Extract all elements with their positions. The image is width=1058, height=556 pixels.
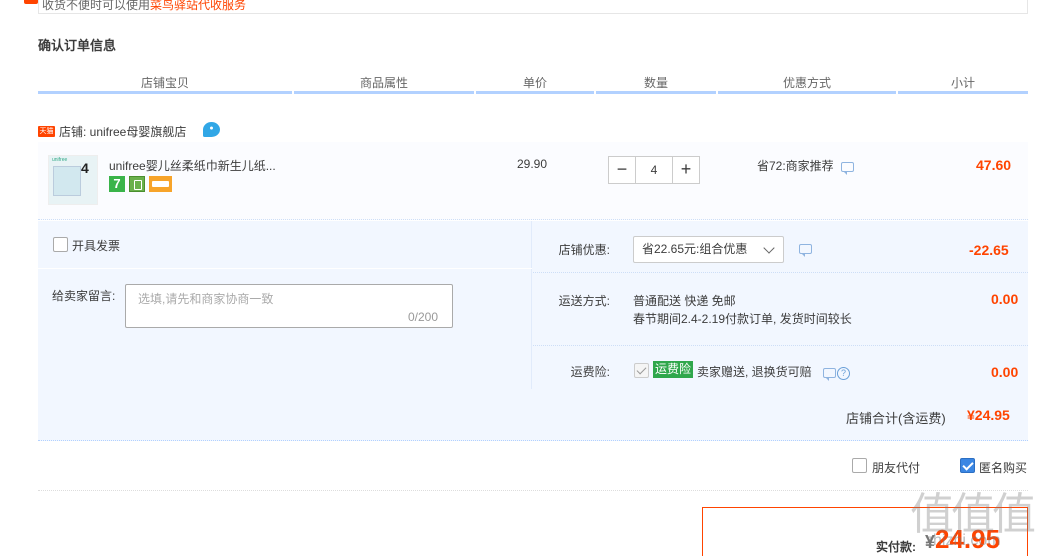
page-title: 确认订单信息 — [38, 38, 117, 53]
watermark-text: zhizhi.com — [925, 532, 1001, 549]
delivery-notice: 收货不便时可以使用菜鸟驿站代收服务 — [42, 0, 246, 13]
shop-total-amount: ¥24.95 — [967, 407, 1010, 423]
insurance-text: 卖家赠送, 退换货可赔 — [697, 365, 812, 379]
item-subtotal: 47.60 — [976, 157, 1012, 173]
seven-day-return-icon[interactable]: 7 — [109, 176, 125, 192]
insurance-checkbox — [634, 363, 649, 378]
package-graphic — [53, 166, 81, 196]
column-header-shop-item: 店铺宝贝 — [140, 76, 189, 90]
header-separator — [896, 91, 898, 94]
delivery-notice-text: 收货不便时可以使用 — [42, 0, 151, 12]
column-header-unit-price: 单价 — [522, 76, 547, 90]
column-header-subtotal: 小计 — [950, 76, 975, 90]
invoice-checkbox[interactable] — [53, 237, 68, 252]
insurance-badge: 运费险 — [653, 361, 694, 378]
quantity-stepper: −4 + — [608, 156, 700, 184]
shipping-method-text: 普通配送 快递 免邮 — [633, 294, 736, 308]
product-title[interactable]: unifree婴儿丝柔纸巾新生儿纸... — [109, 157, 276, 174]
quantity-input[interactable]: 4 — [636, 156, 672, 184]
insurance-info-icon[interactable] — [823, 368, 837, 381]
header-divider — [38, 91, 1028, 94]
tmall-icon: 天猫 — [38, 126, 55, 137]
insurance-amount: 0.00 — [991, 364, 1019, 380]
product-thumbnail[interactable]: unifree 4 — [48, 155, 98, 205]
shop-discount-label: 店铺优惠: — [558, 243, 610, 257]
shipping-amount: 0.00 — [991, 291, 1019, 307]
thumbnail-pack-count: 4 — [81, 160, 89, 176]
invoice-label[interactable]: 开具发票 — [72, 237, 120, 254]
order-item-row — [38, 142, 1028, 220]
divider — [38, 490, 1028, 491]
header-separator — [716, 91, 718, 94]
anonymous-purchase-label[interactable]: 匿名购买 — [979, 459, 1027, 476]
shipping-label: 运送方式: — [558, 294, 610, 308]
item-discount-text: 省72:商家推荐 — [757, 159, 834, 173]
column-header-quantity: 数量 — [643, 76, 668, 90]
thumbnail-brand: unifree — [52, 157, 68, 163]
shop-discount-selected: 省22.65元:组合优惠 — [642, 242, 748, 256]
insurance-label: 运费险: — [570, 365, 610, 379]
unit-price: 29.90 — [517, 157, 548, 171]
shop-total-label: 店铺合计(含运费) — [846, 411, 946, 426]
wangwang-chat-icon[interactable]: ● — [203, 122, 220, 137]
cainiao-station-link[interactable]: 菜鸟驿站代收服务 — [150, 0, 246, 12]
decrease-quantity-button[interactable]: − — [608, 156, 636, 184]
seller-message-count: 0/200 — [408, 310, 439, 324]
chevron-down-icon — [763, 242, 775, 254]
friend-pay-checkbox[interactable] — [852, 458, 867, 473]
shop-name[interactable]: 店铺: unifree母婴旗舰店 — [59, 123, 186, 140]
shop-discount-info-icon[interactable] — [799, 244, 812, 257]
shipping-holiday-note: 春节期间2.4-2.19付款订单, 发货时间较长 — [633, 312, 852, 326]
header-separator — [594, 91, 596, 94]
shop-discount-amount: -22.65 — [969, 242, 1009, 258]
help-icon[interactable]: ? — [837, 367, 851, 380]
item-discount: 省72:商家推荐 — [757, 157, 855, 175]
anonymous-purchase-checkbox[interactable] — [960, 458, 975, 473]
guarantee-icon[interactable] — [129, 176, 145, 192]
seller-message-label: 给卖家留言: — [52, 289, 116, 303]
seller-message-placeholder: 选填,请先和商家协商一致 — [138, 292, 274, 306]
shipping-method: 普通配送 快递 免邮 春节期间2.4-2.19付款订单, 发货时间较长 — [633, 292, 852, 328]
discount-info-icon[interactable] — [841, 162, 855, 175]
credit-card-icon[interactable] — [149, 176, 172, 192]
column-header-discount: 优惠方式 — [782, 76, 831, 90]
insurance-description: 卖家赠送, 退换货可赔 ? — [697, 363, 851, 381]
notice-icon — [24, 0, 38, 4]
shop-discount-select[interactable]: 省22.65元:组合优惠 — [633, 236, 784, 263]
header-separator — [292, 91, 294, 94]
column-header-attributes: 商品属性 — [359, 76, 408, 90]
friend-pay-label[interactable]: 朋友代付 — [872, 459, 920, 476]
header-separator — [474, 91, 476, 94]
increase-quantity-button[interactable]: + — [672, 156, 700, 184]
options-separator — [38, 268, 532, 269]
